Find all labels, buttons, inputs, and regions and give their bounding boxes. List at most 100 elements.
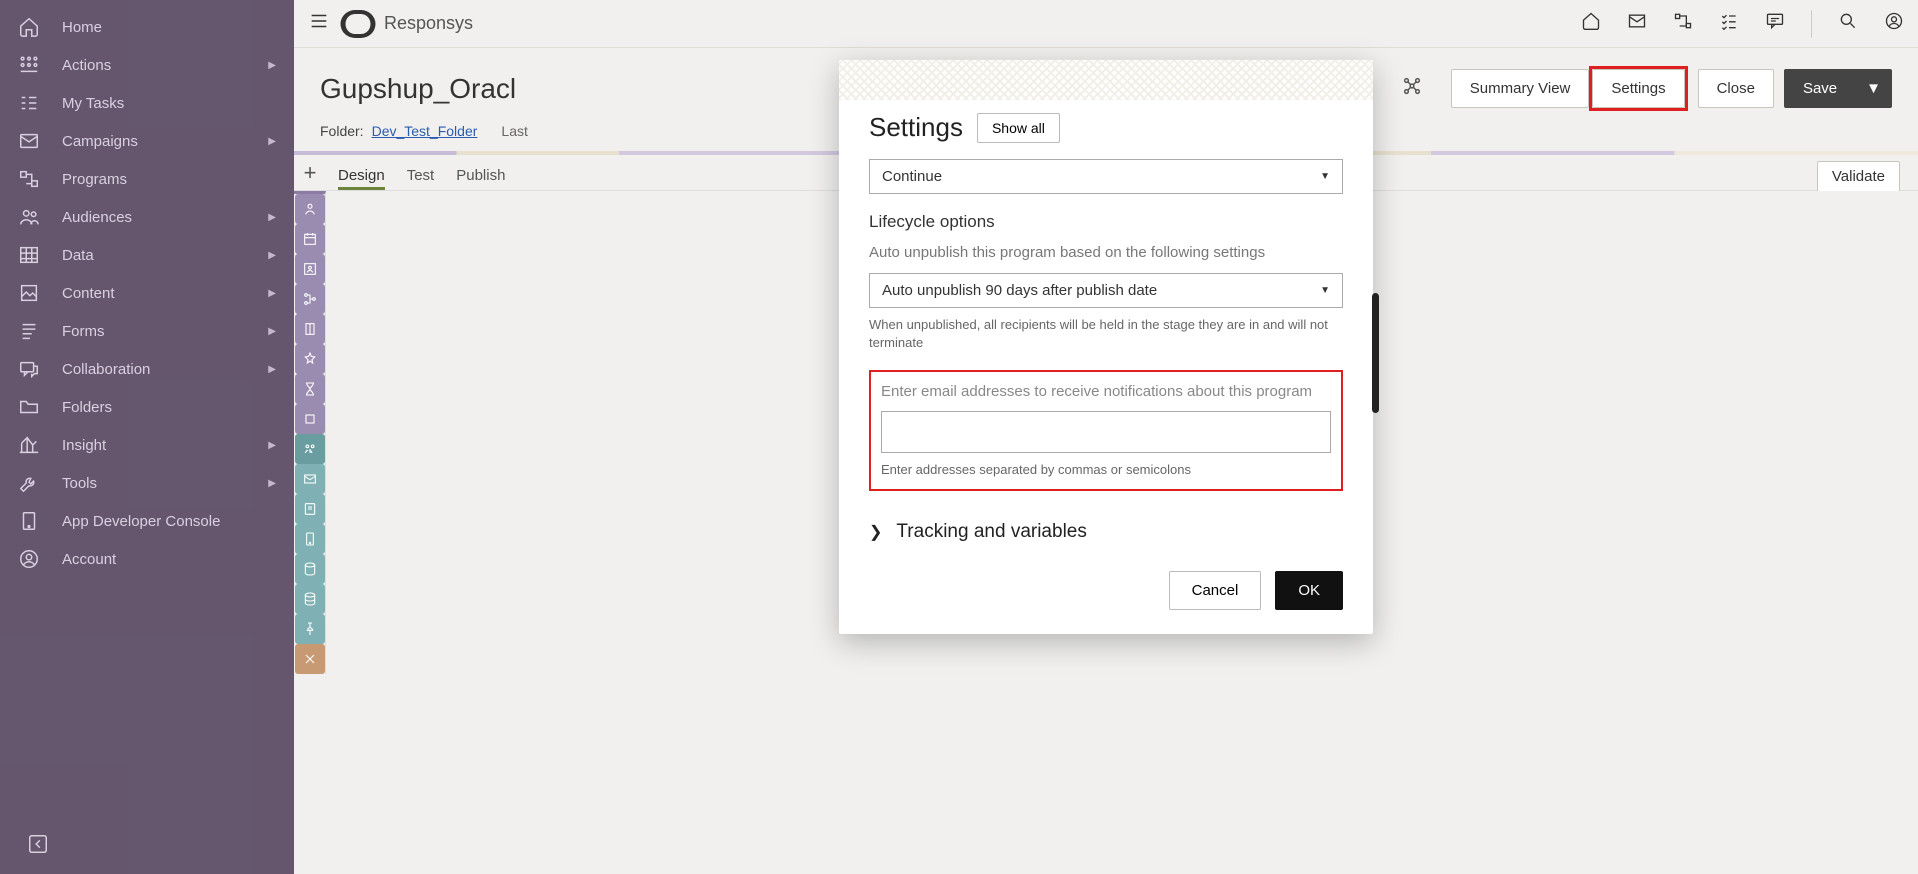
- settings-button[interactable]: Settings: [1592, 69, 1684, 108]
- sidebar-item-account[interactable]: Account: [0, 540, 294, 578]
- sidebar-item-folders[interactable]: Folders: [0, 388, 294, 426]
- sidebar-item-label: Data: [62, 247, 268, 264]
- palette-node-contact[interactable]: [295, 254, 325, 284]
- sidebar-item-collaboration[interactable]: Collaboration ▶: [0, 350, 294, 388]
- sidebar: Home Actions ▶ My Tasks Campaigns ▶ Prog…: [0, 0, 294, 874]
- summary-view-button[interactable]: Summary View: [1451, 69, 1590, 108]
- checklist-icon[interactable]: [1719, 11, 1739, 36]
- palette-node-end[interactable]: [295, 404, 325, 434]
- sidebar-item-home[interactable]: Home: [0, 8, 294, 46]
- caret-right-icon: ▶: [268, 478, 276, 489]
- palette-node-wait[interactable]: [295, 374, 325, 404]
- settings-modal: Settings Show all Continue ▼ Lifecycle o…: [839, 60, 1373, 634]
- caret-right-icon: ▶: [268, 440, 276, 451]
- continue-select[interactable]: Continue ▼: [869, 159, 1343, 194]
- user-icon[interactable]: [1884, 11, 1904, 36]
- modal-footer: Cancel OK: [839, 563, 1373, 634]
- folder-label: Folder:: [320, 123, 364, 139]
- mail-icon[interactable]: [1627, 11, 1647, 36]
- campaigns-icon: [18, 130, 62, 152]
- programs-icon: [18, 168, 62, 190]
- close-button[interactable]: Close: [1698, 69, 1774, 108]
- chevron-down-icon: ▼: [1320, 171, 1330, 182]
- sidebar-item-app-dev-console[interactable]: App Developer Console: [0, 502, 294, 540]
- palette-node-event[interactable]: [295, 194, 325, 224]
- sidebar-item-label: Actions: [62, 57, 268, 74]
- sidebar-item-tools[interactable]: Tools ▶: [0, 464, 294, 502]
- oracle-logo-icon: [341, 10, 376, 38]
- email-label: Enter email addresses to receive notific…: [881, 382, 1331, 402]
- email-input[interactable]: [881, 411, 1331, 453]
- tab-publish[interactable]: Publish: [456, 167, 505, 190]
- auto-unpublish-select[interactable]: Auto unpublish 90 days after publish dat…: [869, 273, 1343, 308]
- program-flow-icon[interactable]: [1401, 75, 1423, 102]
- palette-node-database[interactable]: [295, 554, 325, 584]
- caret-right-icon: ▶: [268, 250, 276, 261]
- save-button[interactable]: Save: [1784, 69, 1856, 108]
- ok-button[interactable]: OK: [1275, 571, 1343, 610]
- palette-node-connector[interactable]: [295, 644, 325, 674]
- caret-right-icon: ▶: [268, 288, 276, 299]
- content-icon: [18, 282, 62, 304]
- sidebar-item-actions[interactable]: Actions ▶: [0, 46, 294, 84]
- palette-node-send[interactable]: [295, 434, 325, 464]
- sidebar-item-data[interactable]: Data ▶: [0, 236, 294, 274]
- modal-scrollbar[interactable]: [1372, 293, 1379, 413]
- palette-node-mail[interactable]: [295, 464, 325, 494]
- auto-unpublish-select-value: Auto unpublish 90 days after publish dat…: [882, 282, 1157, 299]
- palette-node-push[interactable]: [295, 524, 325, 554]
- sidebar-item-label: Campaigns: [62, 133, 268, 150]
- node-palette: [294, 191, 326, 674]
- sidebar-item-label: Home: [62, 19, 276, 36]
- sidebar-item-mytasks[interactable]: My Tasks: [0, 84, 294, 122]
- home-icon[interactable]: [1581, 11, 1601, 36]
- caret-right-icon: ▶: [268, 326, 276, 337]
- sidebar-item-label: Programs: [62, 171, 276, 188]
- palette-node-database2[interactable]: [295, 584, 325, 614]
- save-dropdown-button[interactable]: ▼: [1856, 69, 1892, 108]
- topbar: Responsys: [294, 0, 1918, 48]
- validate-button[interactable]: Validate: [1817, 161, 1900, 192]
- settings-highlight: Settings: [1589, 66, 1687, 111]
- insight-icon: [18, 434, 62, 456]
- sidebar-item-forms[interactable]: Forms ▶: [0, 312, 294, 350]
- cancel-button[interactable]: Cancel: [1169, 571, 1262, 610]
- sidebar-item-insight[interactable]: Insight ▶: [0, 426, 294, 464]
- caret-right-icon: ▶: [268, 136, 276, 147]
- tasks-icon: [18, 92, 62, 114]
- sidebar-item-label: Account: [62, 551, 276, 568]
- palette-node-pin[interactable]: [295, 614, 325, 644]
- actions-icon: [18, 54, 62, 76]
- palette-node-schedule[interactable]: [295, 224, 325, 254]
- hamburger-icon[interactable]: [308, 10, 330, 37]
- data-icon: [18, 244, 62, 266]
- folder-link[interactable]: Dev_Test_Folder: [372, 123, 478, 139]
- palette-node-gate[interactable]: [295, 314, 325, 344]
- audiences-icon: [18, 206, 62, 228]
- auto-unpublish-label: Auto unpublish this program based on the…: [869, 242, 1343, 263]
- chevron-right-icon: ❯: [869, 522, 882, 542]
- sidebar-item-content[interactable]: Content ▶: [0, 274, 294, 312]
- continue-select-value: Continue: [882, 168, 942, 185]
- tracking-variables-toggle[interactable]: ❯ Tracking and variables: [869, 521, 1343, 543]
- palette-node-branch[interactable]: [295, 284, 325, 314]
- chevron-down-icon: ▼: [1320, 285, 1330, 296]
- search-icon[interactable]: [1838, 11, 1858, 36]
- tablet-icon: [18, 510, 62, 532]
- sidebar-item-audiences[interactable]: Audiences ▶: [0, 198, 294, 236]
- sidebar-item-label: Content: [62, 285, 268, 302]
- tab-design[interactable]: Design: [338, 167, 385, 190]
- show-all-button[interactable]: Show all: [977, 113, 1060, 143]
- sidebar-item-programs[interactable]: Programs: [0, 160, 294, 198]
- palette-node-sms[interactable]: [295, 494, 325, 524]
- modal-title: Settings: [869, 112, 963, 143]
- sidebar-item-campaigns[interactable]: Campaigns ▶: [0, 122, 294, 160]
- forms-icon: [18, 320, 62, 342]
- flow-icon[interactable]: [1673, 11, 1693, 36]
- tab-test[interactable]: Test: [407, 167, 435, 190]
- sidebar-collapse-button[interactable]: [24, 830, 52, 858]
- palette-node-custom[interactable]: [295, 344, 325, 374]
- comment-icon[interactable]: [1765, 11, 1785, 36]
- sidebar-item-label: Tools: [62, 475, 268, 492]
- add-tab-button[interactable]: +: [294, 155, 326, 191]
